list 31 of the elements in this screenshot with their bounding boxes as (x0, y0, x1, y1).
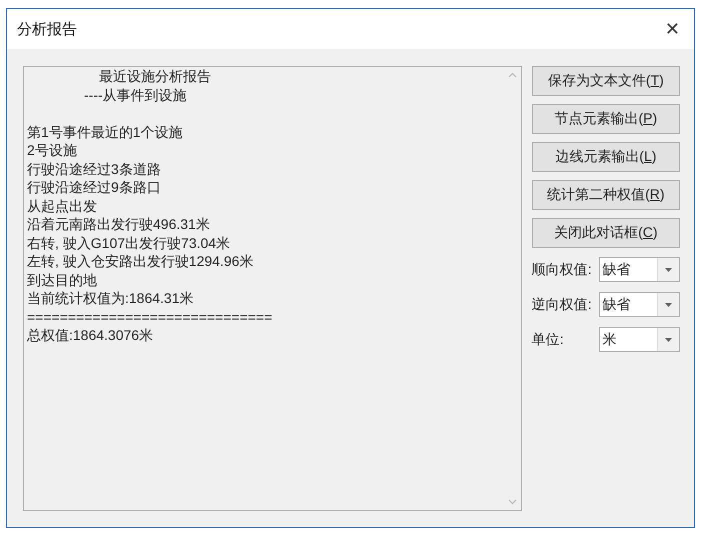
report-line: 最近设施分析报告 (98, 67, 212, 86)
report-line: ----从事件到设施 (83, 86, 188, 104)
report-line: 右转, 驶入G107出发行驶73.04米 (27, 234, 232, 252)
dialog-button[interactable]: 节点元素输出(P) (532, 104, 680, 134)
report-line: 第1号事件最近的1个设施 (27, 122, 184, 141)
field-label: 逆向权值: (532, 296, 593, 314)
dialog-button[interactable]: 统计第二种权值(R) (532, 180, 680, 210)
dialog-button[interactable]: 关闭此对话框(C) (532, 218, 680, 248)
report-line: 从起点出发 (27, 196, 98, 215)
report-line: 行驶沿途经过9条路口 (27, 178, 162, 196)
dialog-button[interactable]: 保存为文本文件(T) (532, 66, 680, 96)
dropdown[interactable]: 缺省 (598, 257, 680, 282)
report-text-area[interactable]: 最近设施分析报告 ----从事件到设施 第1号事件最近的1个设施 2号设施 行驶沿途经过3条道路 行驶沿途经过9条路口 从起点出发 沿着元南路出发行驶496.31米 右转, 驶入G107出发行驶73.04米 左转, 驶入仓安路出发行驶1294.96米 到达目的地 当前统计权值为:1864.31米 ============================== 总权值:1864.3076米 (23, 66, 522, 511)
dropdown-arrow-icon[interactable] (665, 338, 672, 342)
report-line: 到达目的地 (27, 270, 98, 289)
dropdown-arrow-icon[interactable] (665, 302, 672, 306)
report-line: 行驶沿途经过3条道路 (27, 160, 162, 178)
report-line: 总权值:1864.3076米 (27, 326, 154, 344)
dropdown[interactable]: 米 (598, 327, 680, 352)
field-label: 单位: (532, 330, 565, 348)
report-line: ============================== (27, 308, 274, 326)
close-button[interactable]: ✕ (660, 18, 684, 40)
window-title: 分析报告 (17, 20, 77, 38)
report-line: 左转, 驶入仓安路出发行驶1294.96米 (27, 252, 254, 270)
field-label: 顺向权值: (532, 260, 593, 278)
dropdown[interactable]: 缺省 (598, 292, 680, 317)
dropdown-arrow-icon[interactable] (665, 268, 672, 272)
dialog-button[interactable]: 边线元素输出(L) (532, 142, 680, 172)
report-line: 沿着元南路出发行驶496.31米 (27, 215, 211, 234)
report-line: 当前统计权值为:1864.31米 (27, 289, 194, 308)
report-line: 2号设施 (27, 141, 78, 160)
